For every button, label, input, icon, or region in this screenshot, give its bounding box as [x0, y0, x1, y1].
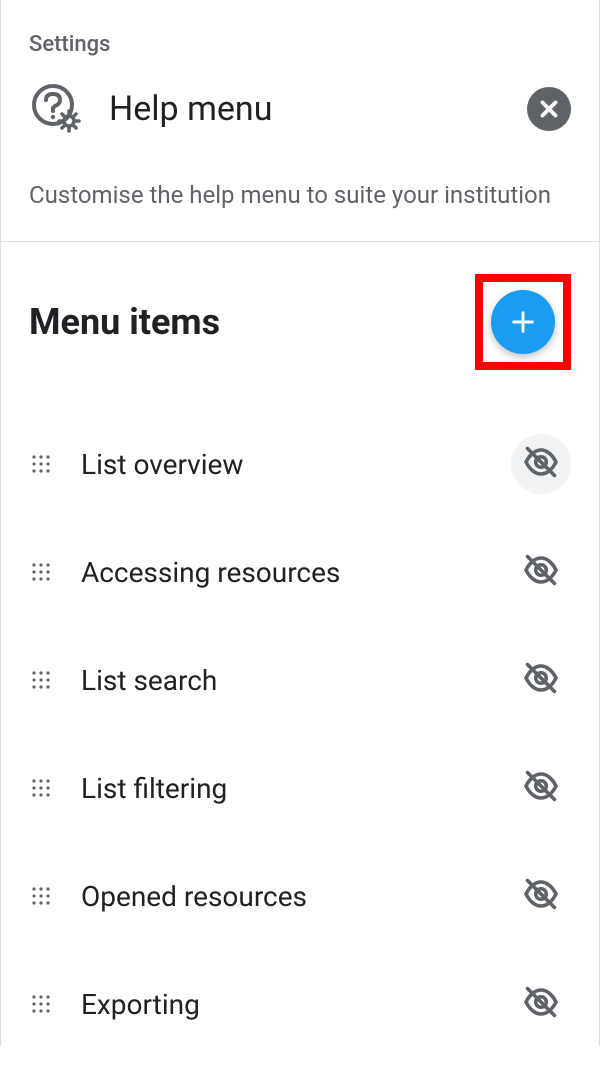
visibility-toggle-button[interactable] — [511, 758, 571, 818]
visibility-toggle-button[interactable] — [511, 434, 571, 494]
visibility-toggle-button[interactable] — [511, 974, 571, 1034]
menu-item-label[interactable]: Opened resources — [81, 880, 483, 913]
eye-off-icon — [523, 876, 559, 916]
plus-icon — [509, 308, 537, 336]
eye-off-icon — [523, 444, 559, 484]
panel-header: Settings — [1, 0, 599, 242]
page-title: Help menu — [109, 89, 503, 129]
drag-handle-icon[interactable] — [29, 776, 53, 800]
section-header: Menu items — [29, 274, 571, 370]
menu-item-label[interactable]: List filtering — [81, 772, 483, 805]
close-icon — [536, 96, 562, 122]
menu-item-label[interactable]: Exporting — [81, 988, 483, 1021]
menu-items-list: List overview Accessing resources List sea… — [29, 410, 571, 1058]
breadcrumb: Settings — [29, 32, 571, 57]
drag-handle-icon[interactable] — [29, 452, 53, 476]
eye-off-icon — [523, 768, 559, 808]
visibility-toggle-button[interactable] — [511, 542, 571, 602]
menu-items-section: Menu items List overview Accessing resour… — [1, 242, 599, 1090]
menu-item-label[interactable]: Accessing resources — [81, 556, 483, 589]
drag-handle-icon[interactable] — [29, 668, 53, 692]
close-button[interactable] — [527, 87, 571, 131]
menu-item-row: Accessing resources — [29, 518, 571, 626]
settings-panel: Settings — [0, 0, 600, 1046]
drag-handle-icon[interactable] — [29, 992, 53, 1016]
menu-item-row: Opened resources — [29, 842, 571, 950]
drag-handle-icon[interactable] — [29, 560, 53, 584]
eye-off-icon — [523, 660, 559, 700]
drag-handle-icon[interactable] — [29, 884, 53, 908]
visibility-toggle-button[interactable] — [511, 866, 571, 926]
menu-item-row: List search — [29, 626, 571, 734]
visibility-toggle-button[interactable] — [511, 650, 571, 710]
menu-item-row: List overview — [29, 410, 571, 518]
section-title: Menu items — [29, 301, 220, 343]
panel-description: Customise the help menu to suite your in… — [29, 177, 571, 213]
help-gear-icon — [29, 81, 85, 137]
eye-off-icon — [523, 984, 559, 1024]
add-menu-item-button[interactable] — [491, 290, 555, 354]
title-row: Help menu — [29, 81, 571, 137]
menu-item-label[interactable]: List search — [81, 664, 483, 697]
menu-item-label[interactable]: List overview — [81, 448, 483, 481]
menu-item-row: List filtering — [29, 734, 571, 842]
menu-item-row: Exporting — [29, 950, 571, 1058]
add-button-highlight — [475, 274, 571, 370]
eye-off-icon — [523, 552, 559, 592]
